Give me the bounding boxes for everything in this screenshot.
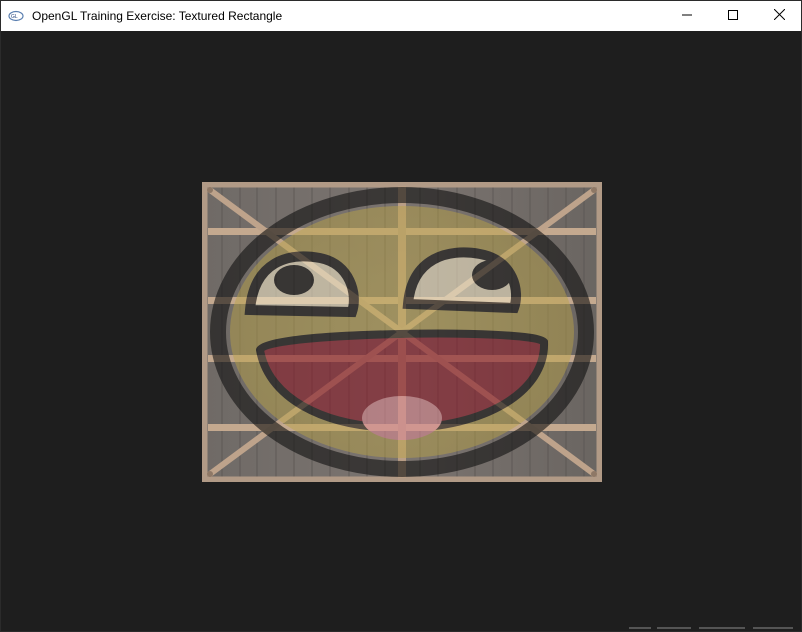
textured-rectangle <box>202 182 602 482</box>
svg-text:GL: GL <box>11 14 18 20</box>
gl-viewport[interactable] <box>1 31 801 631</box>
app-window: GL OpenGL Training Exercise: Textured Re… <box>0 0 802 632</box>
faint-overlay-text <box>629 627 793 629</box>
close-icon <box>773 7 785 25</box>
minimize-button[interactable] <box>664 1 710 31</box>
opengl-logo-icon: GL <box>8 9 24 23</box>
maximize-icon <box>728 7 738 25</box>
awesome-face-texture <box>210 187 594 477</box>
maximize-button[interactable] <box>710 1 756 31</box>
close-button[interactable] <box>756 1 802 31</box>
window-title: OpenGL Training Exercise: Textured Recta… <box>32 9 283 23</box>
title-bar[interactable]: GL OpenGL Training Exercise: Textured Re… <box>1 1 801 31</box>
minimize-icon <box>682 7 692 25</box>
